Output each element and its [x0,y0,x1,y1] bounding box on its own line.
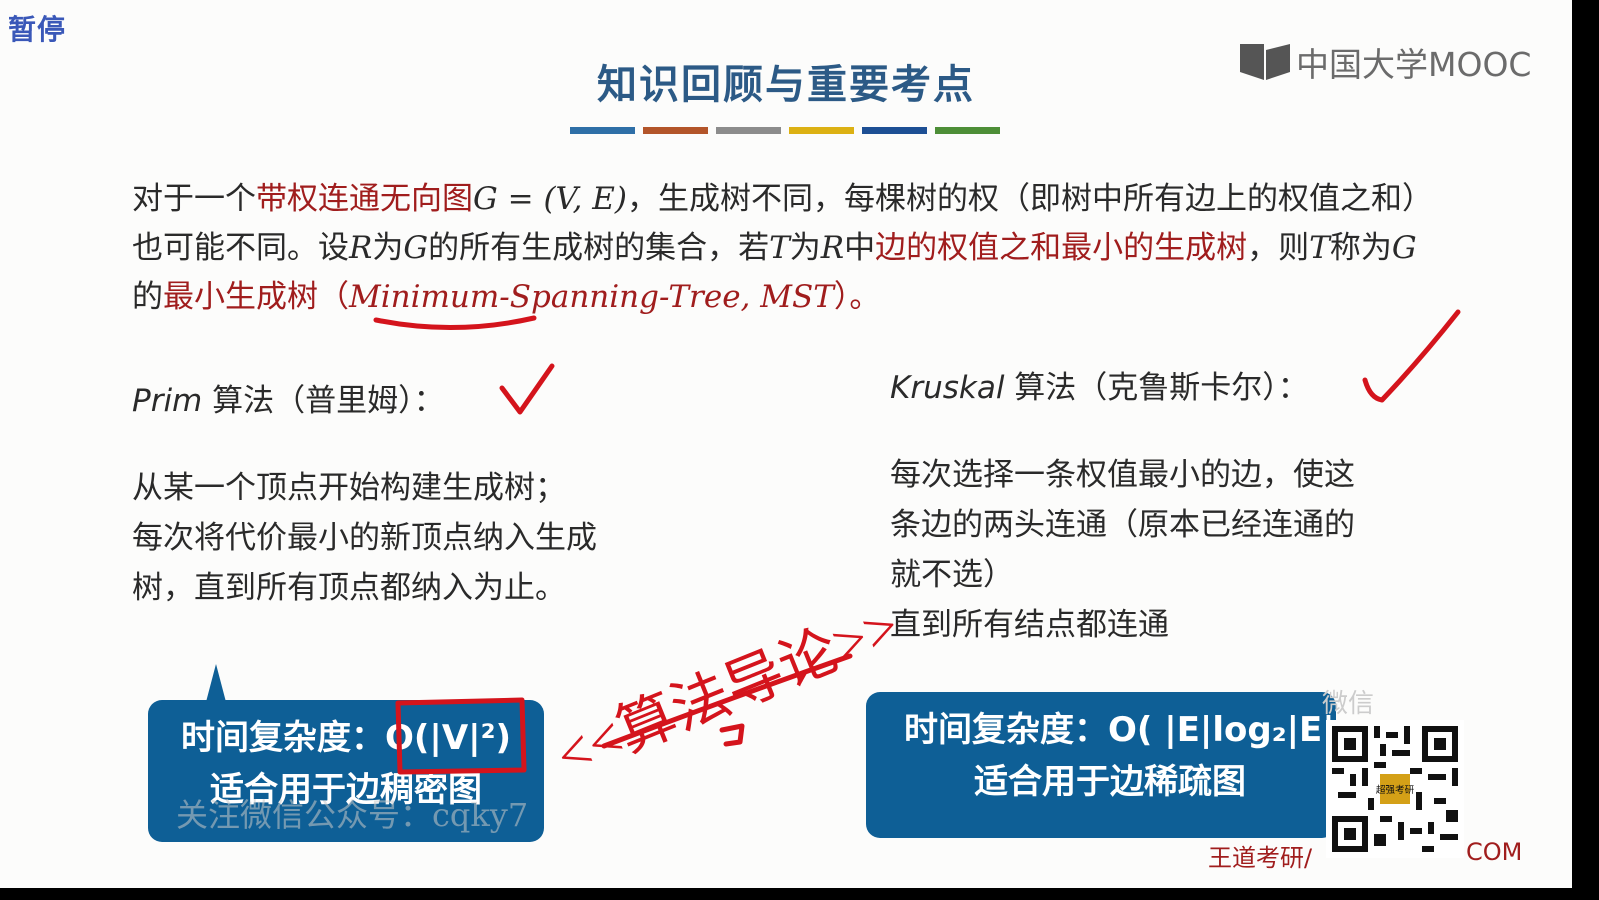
wechat-label: 微信 [1322,689,1375,719]
highlight-box [395,697,527,775]
book-title-small-mark [719,723,745,747]
qr-center-label: 超强考研 [1376,784,1415,796]
video-frame[interactable]: 暂停 中国大学MOOC 知识回顾与重要考点 对于一个带权连通无向图G = (V,… [0,0,1572,888]
watermark-text: 关注微信公众号：cqky7 [176,796,529,834]
qr-pattern: 超强考研 [1326,720,1464,858]
footer-source: 王道考研/ [1208,844,1313,872]
underline-mark [373,315,537,331]
check-mark-kruskal [1362,309,1461,403]
footer-domain: COM [1466,838,1523,866]
handwriting-book-title: <<算法导论>> [547,593,908,789]
check-mark-prim [499,363,555,415]
qr-code[interactable]: 超强考研 [1326,720,1464,858]
